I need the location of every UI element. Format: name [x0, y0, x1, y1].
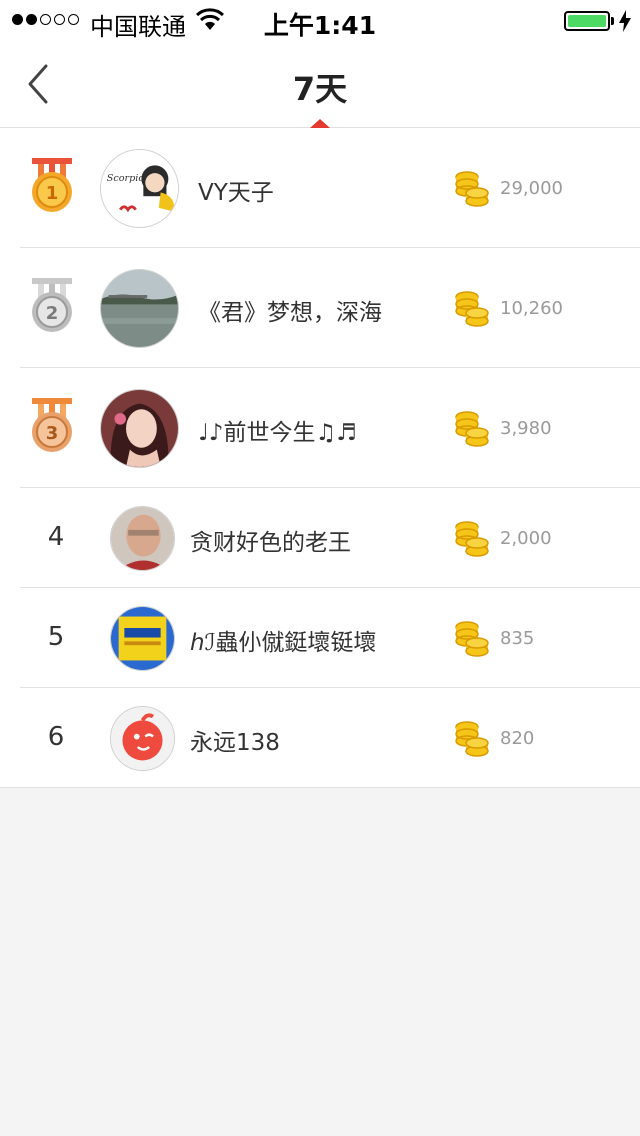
- battery-cap: [611, 17, 614, 25]
- svg-text:Scorpio: Scorpio: [107, 173, 145, 184]
- divider: [0, 787, 640, 788]
- coin-amount: 2,000: [500, 528, 552, 549]
- ranking-row[interactable]: 4 贪财好色的老王 2,000: [0, 488, 640, 588]
- status-bar: 中国联通 上午1:41: [0, 0, 640, 41]
- svg-text:2: 2: [46, 303, 59, 324]
- avatar[interactable]: [110, 506, 175, 571]
- rank-number: 6: [47, 722, 65, 752]
- rank-number: 5: [47, 622, 65, 652]
- page-title[interactable]: 7天: [0, 64, 640, 110]
- battery-icon: [564, 11, 610, 31]
- user-name: 永远138: [190, 730, 280, 756]
- coin-stack-icon: [455, 411, 489, 447]
- coin-stack-icon: [455, 291, 489, 327]
- status-time: 上午1:41: [263, 11, 377, 40]
- ranking-list: 1 Scorpio VY天子 29,000 2 《君》梦想，深海 10,260 …: [0, 128, 640, 788]
- coin-amount: 3,980: [500, 418, 552, 439]
- user-name: ℎℐ蟲仦僦鋌壞铤壞: [190, 630, 377, 656]
- ranking-row[interactable]: 6 永远138 820: [0, 688, 640, 788]
- ranking-row[interactable]: 3 ♩♪前世今生♫♬ 3,980: [0, 368, 640, 488]
- silver-medal-icon: 2: [32, 278, 72, 332]
- avatar[interactable]: [100, 389, 179, 468]
- user-name: 《君》梦想，深海: [198, 300, 382, 326]
- navigation-bar: 7天: [0, 40, 640, 128]
- coin-stack-icon: [455, 171, 489, 207]
- avatar[interactable]: [110, 706, 175, 771]
- svg-text:3: 3: [46, 423, 59, 444]
- coin-amount: 10,260: [500, 298, 563, 319]
- coin-amount: 29,000: [500, 178, 563, 199]
- tab-indicator: [310, 119, 330, 128]
- charging-icon: [619, 10, 631, 32]
- user-name: VY天子: [198, 180, 274, 206]
- ranking-row[interactable]: 5 ℎℐ蟲仦僦鋌壞铤壞 835: [0, 588, 640, 688]
- avatar[interactable]: Scorpio: [100, 149, 179, 228]
- coin-stack-icon: [455, 721, 489, 757]
- rank-number: 4: [47, 522, 65, 552]
- gold-medal-icon: 1: [32, 158, 72, 212]
- svg-text:1: 1: [46, 183, 59, 204]
- ranking-row[interactable]: 2 《君》梦想，深海 10,260: [0, 248, 640, 368]
- coin-stack-icon: [455, 521, 489, 557]
- avatar[interactable]: [110, 606, 175, 671]
- bronze-medal-icon: 3: [32, 398, 72, 452]
- ranking-row[interactable]: 1 Scorpio VY天子 29,000: [0, 128, 640, 248]
- coin-amount: 835: [500, 628, 535, 649]
- coin-amount: 820: [500, 728, 535, 749]
- avatar[interactable]: [100, 269, 179, 348]
- coin-stack-icon: [455, 621, 489, 657]
- user-name: 贪财好色的老王: [190, 530, 351, 556]
- user-name: ♩♪前世今生♫♬: [198, 420, 357, 446]
